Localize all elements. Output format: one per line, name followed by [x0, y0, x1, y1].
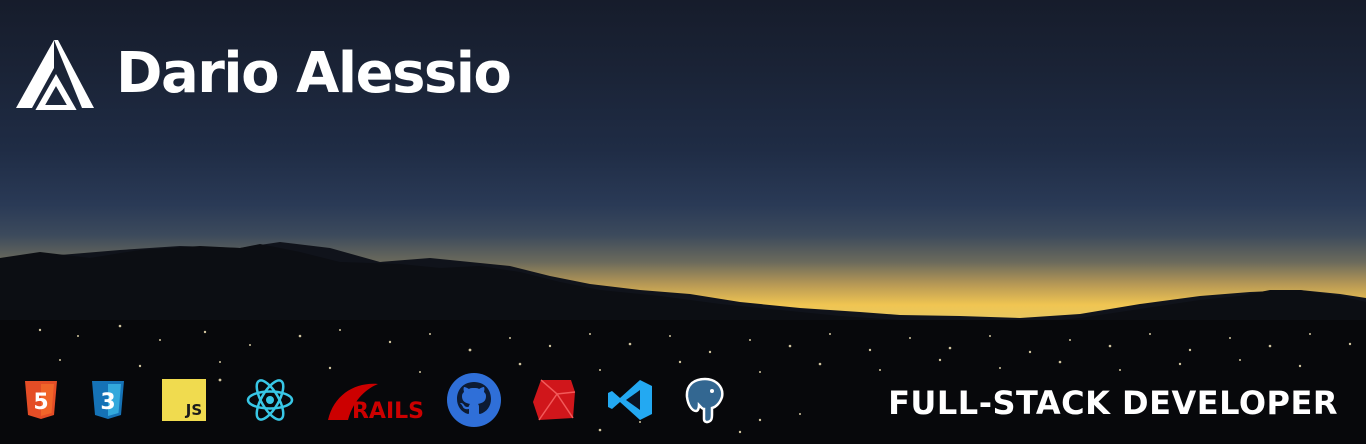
rails-icon: RAILS	[326, 372, 430, 428]
header-banner: Dario Alessio 5 3 JS RAILS FULL-STACK DE…	[0, 0, 1366, 444]
svg-text:3: 3	[100, 390, 115, 415]
react-icon	[244, 372, 296, 428]
role-title: FULL-STACK DEVELOPER	[888, 384, 1338, 422]
css3-icon: 3	[88, 372, 128, 428]
svg-text:5: 5	[33, 390, 48, 415]
svg-text:RAILS: RAILS	[352, 399, 424, 422]
ruby-icon	[530, 372, 578, 428]
html5-icon: 5	[22, 372, 60, 428]
github-icon	[444, 372, 504, 428]
triangle-logo-icon	[16, 40, 94, 110]
brand-logo: Dario Alessio	[14, 38, 512, 110]
javascript-icon: JS	[162, 372, 206, 428]
brand-name: Dario Alessio	[116, 41, 512, 106]
svg-text:JS: JS	[185, 401, 202, 419]
vscode-icon	[604, 372, 656, 428]
postgresql-icon	[680, 372, 730, 428]
